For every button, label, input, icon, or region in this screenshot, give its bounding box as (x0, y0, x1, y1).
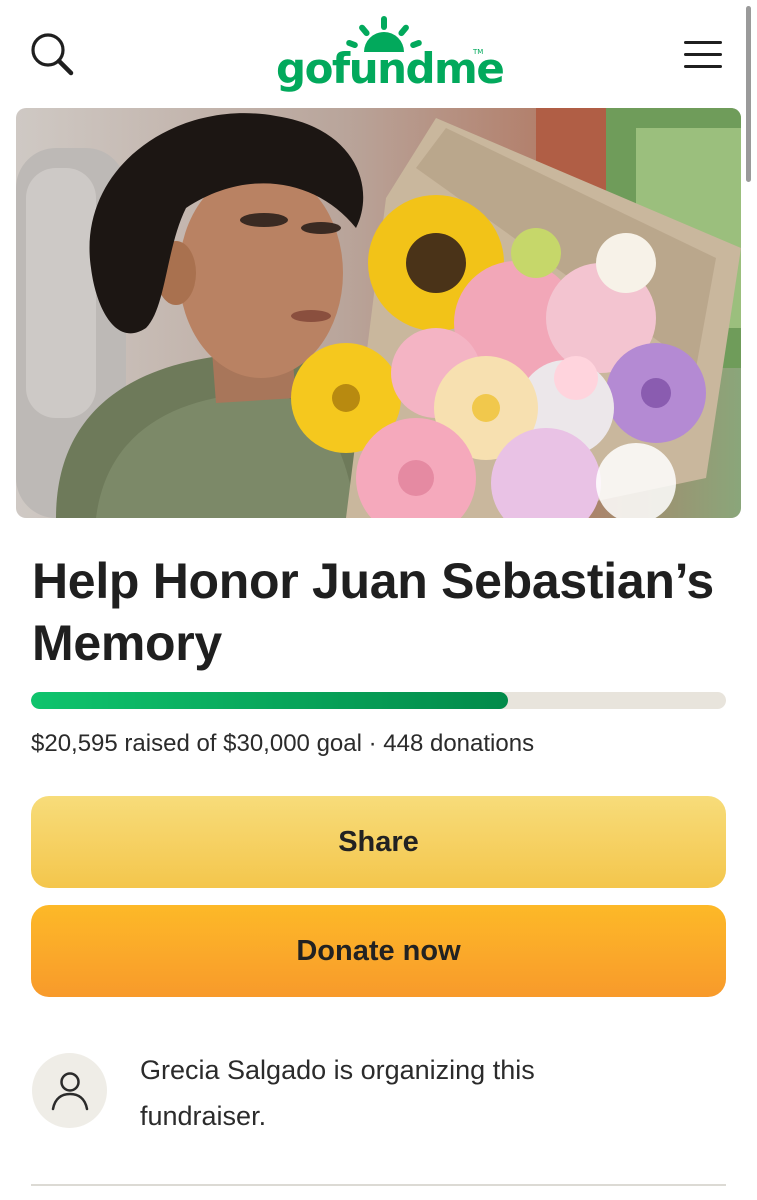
user-icon (51, 1071, 88, 1110)
search-icon (31, 33, 74, 76)
hero-photo-illustration (16, 108, 741, 518)
progress-bar (31, 692, 726, 709)
share-button-label: Share (338, 825, 419, 858)
donate-now-button[interactable]: Donate now (31, 905, 726, 997)
site-header: gofundme TM (0, 0, 757, 100)
organizer-text: Grecia Salgado is organizing this fundra… (140, 1055, 535, 1131)
logo-wordmark: gofundme (276, 44, 505, 93)
share-button[interactable]: Share (31, 796, 726, 888)
progress-bar-fill (31, 692, 508, 709)
donation-stats: $20,595 raised of $30,000 goal · 448 don… (31, 730, 535, 757)
menu-button[interactable] (678, 32, 728, 76)
gofundme-logo[interactable]: gofundme TM (270, 14, 505, 94)
organizer-avatar[interactable] (32, 1053, 107, 1128)
hamburger-menu-icon (684, 41, 722, 68)
campaign-title: Help Honor Juan Sebastian’s Memory (32, 553, 714, 671)
logo-trademark: TM (473, 48, 484, 56)
campaign-hero-photo[interactable] (16, 108, 741, 518)
search-button[interactable] (26, 28, 80, 82)
donate-button-label: Donate now (296, 934, 461, 967)
section-divider (31, 1184, 726, 1186)
